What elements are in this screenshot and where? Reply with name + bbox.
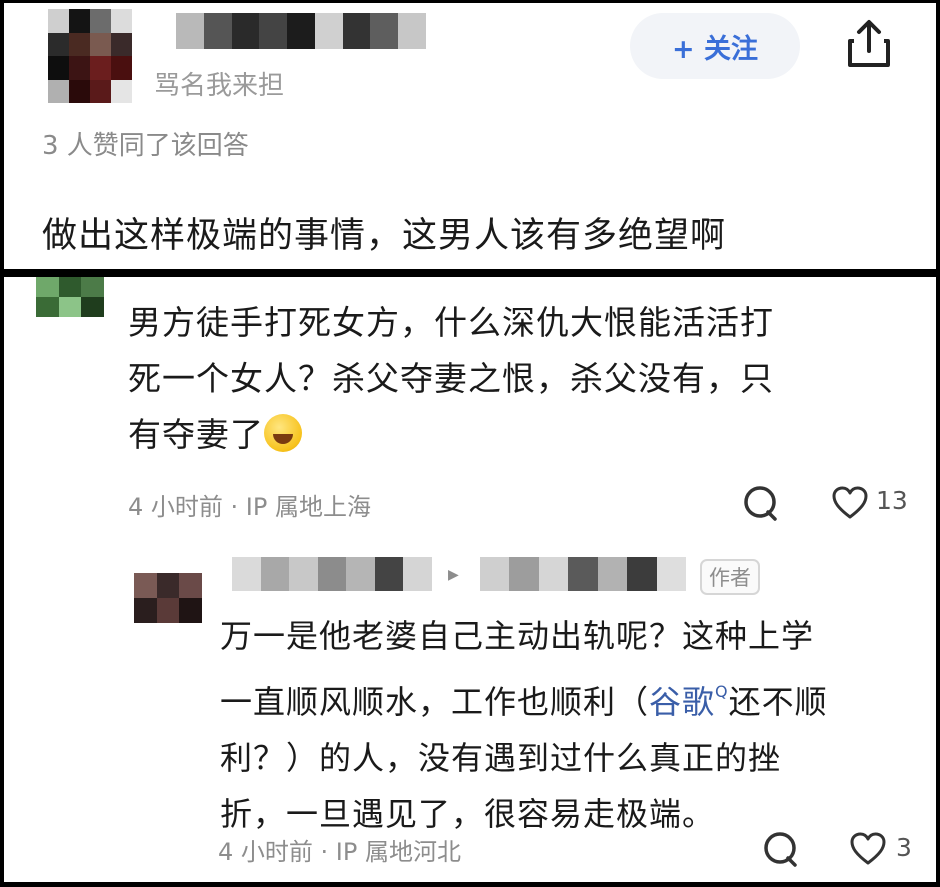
comment-icon[interactable] xyxy=(740,483,780,523)
laughing-emoji xyxy=(264,414,302,452)
reply-comment-icon[interactable] xyxy=(760,829,800,869)
commenter-avatar[interactable] xyxy=(36,277,104,317)
comment-meta: 4 小时前 · IP 属地上海 xyxy=(128,493,371,521)
display-name: 骂名我来担 xyxy=(154,71,285,101)
search-mention-link[interactable]: 谷歌 xyxy=(649,683,715,721)
comment-text: 男方徒手打死女方，什么深仇大恨能活活打 死一个女人？杀父夺妻之恨，杀父没有，只 … xyxy=(128,295,908,463)
follow-label: + 关注 xyxy=(671,33,759,65)
reply-meta: 4 小时前 · IP 属地河北 xyxy=(218,838,461,866)
search-mention-icon: Q xyxy=(715,682,729,701)
comments-panel: 男方徒手打死女方，什么深仇大恨能活活打 死一个女人？杀父夺妻之恨，杀父没有，只 … xyxy=(4,277,936,882)
reply-arrow-icon: ▶ xyxy=(448,567,459,583)
comment-line: 有夺妻了 xyxy=(128,407,908,463)
author-badge: 作者 xyxy=(700,559,760,595)
like-count: 13 xyxy=(876,486,908,515)
answer-header-panel: 骂名我来担 + 关注 3 人赞同了该回答 做出这样极端的事情，这男人该有多绝望啊 xyxy=(4,3,936,269)
reply-heart-icon[interactable] xyxy=(848,829,888,869)
reply-line: 一直顺风顺水，工作也顺利（谷歌Q还不顺 xyxy=(220,682,828,721)
comment-line: 死一个女人？杀父夺妻之恨，杀父没有，只 xyxy=(128,359,774,398)
comment-line: 男方徒手打死女方，什么深仇大恨能活活打 xyxy=(128,303,774,342)
reply-avatar[interactable] xyxy=(134,573,202,623)
agree-count: 3 人赞同了该回答 xyxy=(42,131,249,161)
reply-text: 万一是他老婆自己主动出轨呢？这种上学 一直顺风顺水，工作也顺利（谷歌Q还不顺 利… xyxy=(220,608,910,842)
avatar[interactable] xyxy=(48,9,132,103)
username-blurred[interactable] xyxy=(176,13,426,49)
reply-line: 万一是他老婆自己主动出轨呢？这种上学 xyxy=(220,617,815,655)
heart-icon[interactable] xyxy=(830,483,870,523)
reply-username-blurred[interactable] xyxy=(232,557,432,591)
follow-button[interactable]: + 关注 xyxy=(630,13,800,79)
reply-like-count: 3 xyxy=(896,833,912,862)
answer-text: 做出这样极端的事情，这男人该有多绝望啊 xyxy=(42,216,727,256)
share-icon[interactable] xyxy=(842,17,896,71)
replied-to-username-blurred[interactable] xyxy=(480,557,686,591)
reply-line: 利？）的人，没有遇到过什么真正的挫 xyxy=(220,739,782,777)
